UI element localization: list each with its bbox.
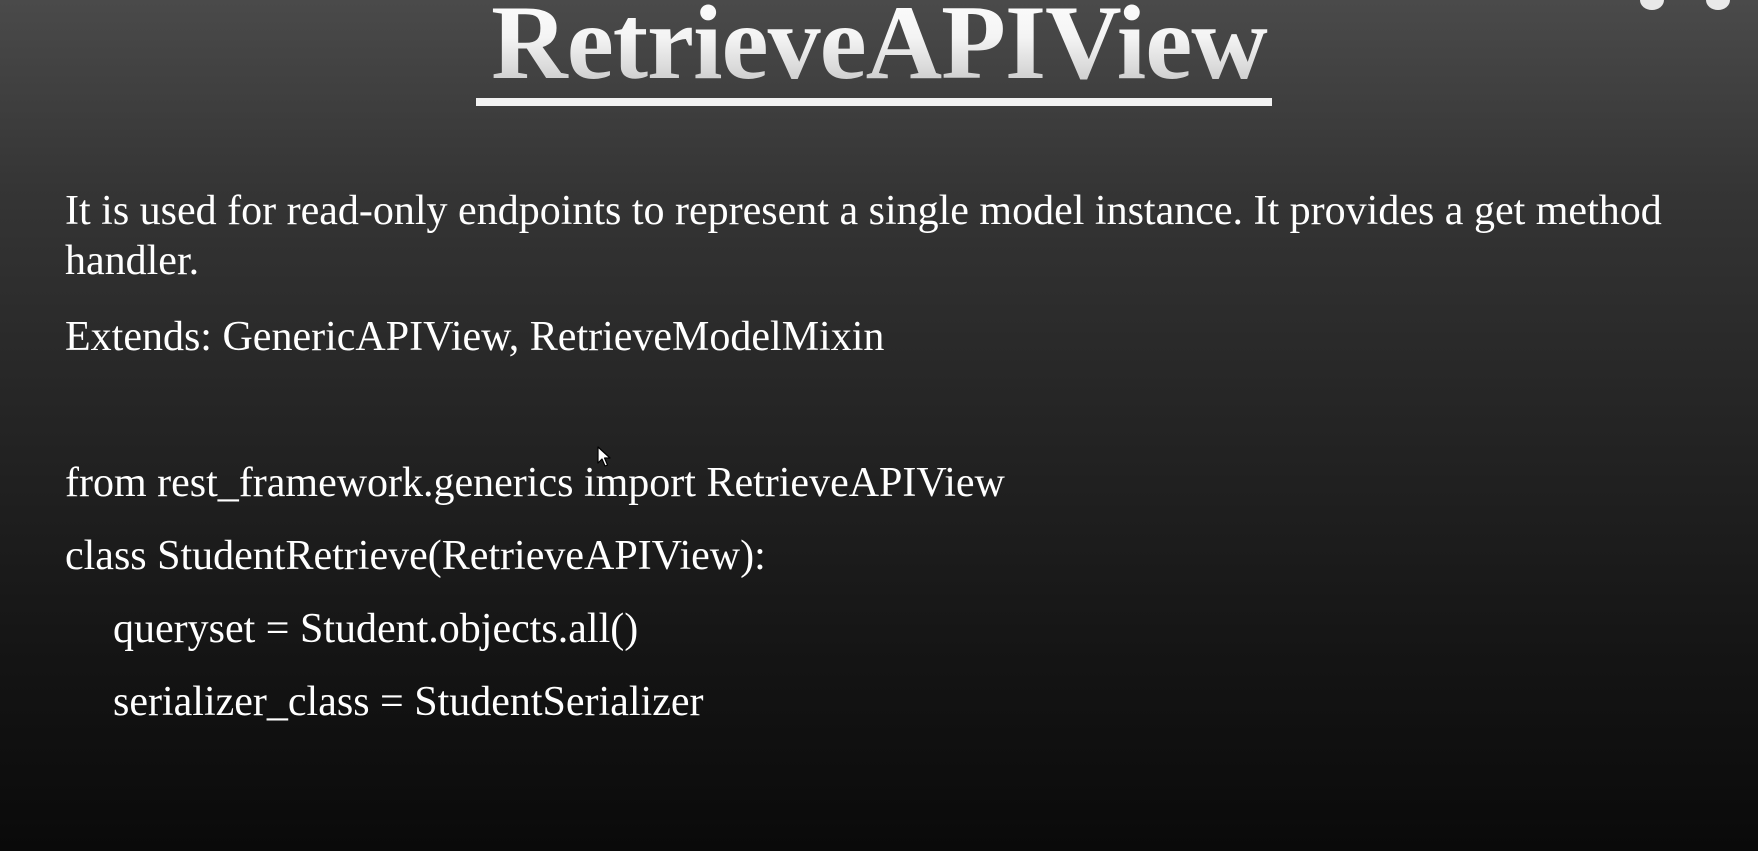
- slide-title: RetrieveAPIView: [0, 0, 1758, 102]
- title-underline: [476, 98, 1272, 106]
- code-line-import: from rest_framework.generics import Retr…: [65, 460, 1005, 506]
- extends-text: Extends: GenericAPIView, RetrieveModelMi…: [65, 314, 885, 360]
- code-line-queryset: queryset = Student.objects.all(): [113, 606, 639, 652]
- code-line-serializer: serializer_class = StudentSerializer: [113, 679, 704, 725]
- description-text: It is used for read-only endpoints to re…: [65, 188, 1662, 284]
- mouse-pointer-icon: [597, 446, 611, 467]
- code-line-class: class StudentRetrieve(RetrieveAPIView):: [65, 533, 766, 579]
- slide: RetrieveAPIView It is used for read-only…: [0, 0, 1758, 851]
